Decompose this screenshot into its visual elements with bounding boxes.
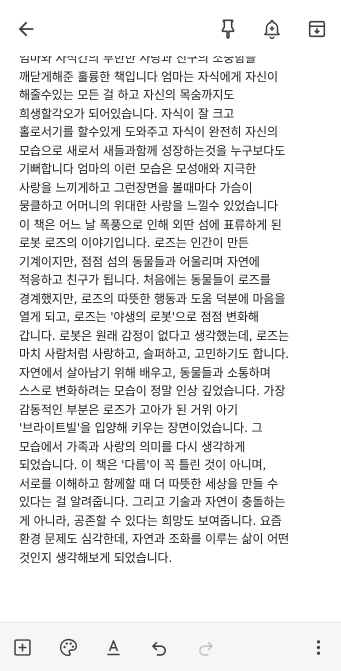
add-box-icon[interactable] [10, 635, 34, 659]
archive-icon[interactable] [305, 17, 329, 41]
back-arrow-icon[interactable] [14, 17, 38, 41]
text-format-icon[interactable] [101, 635, 125, 659]
palette-icon[interactable] [56, 635, 80, 659]
pin-icon[interactable] [216, 17, 240, 41]
bottom-toolbar [0, 622, 341, 671]
undo-icon[interactable] [147, 635, 171, 659]
note-body-text[interactable]: 엄마와 자식간의 부한한 사랑과 친구의 소중함을 깨닫게해준 훌륭한 책입니다… [0, 56, 341, 567]
top-toolbar [0, 0, 341, 58]
more-vert-icon[interactable] [306, 635, 330, 659]
redo-icon [193, 635, 217, 659]
reminder-bell-icon[interactable] [260, 17, 284, 41]
note-editor[interactable]: 엄마와 자식간의 부한한 사랑과 친구의 소중함을 깨닫게해준 훌륭한 책입니다… [0, 56, 341, 622]
